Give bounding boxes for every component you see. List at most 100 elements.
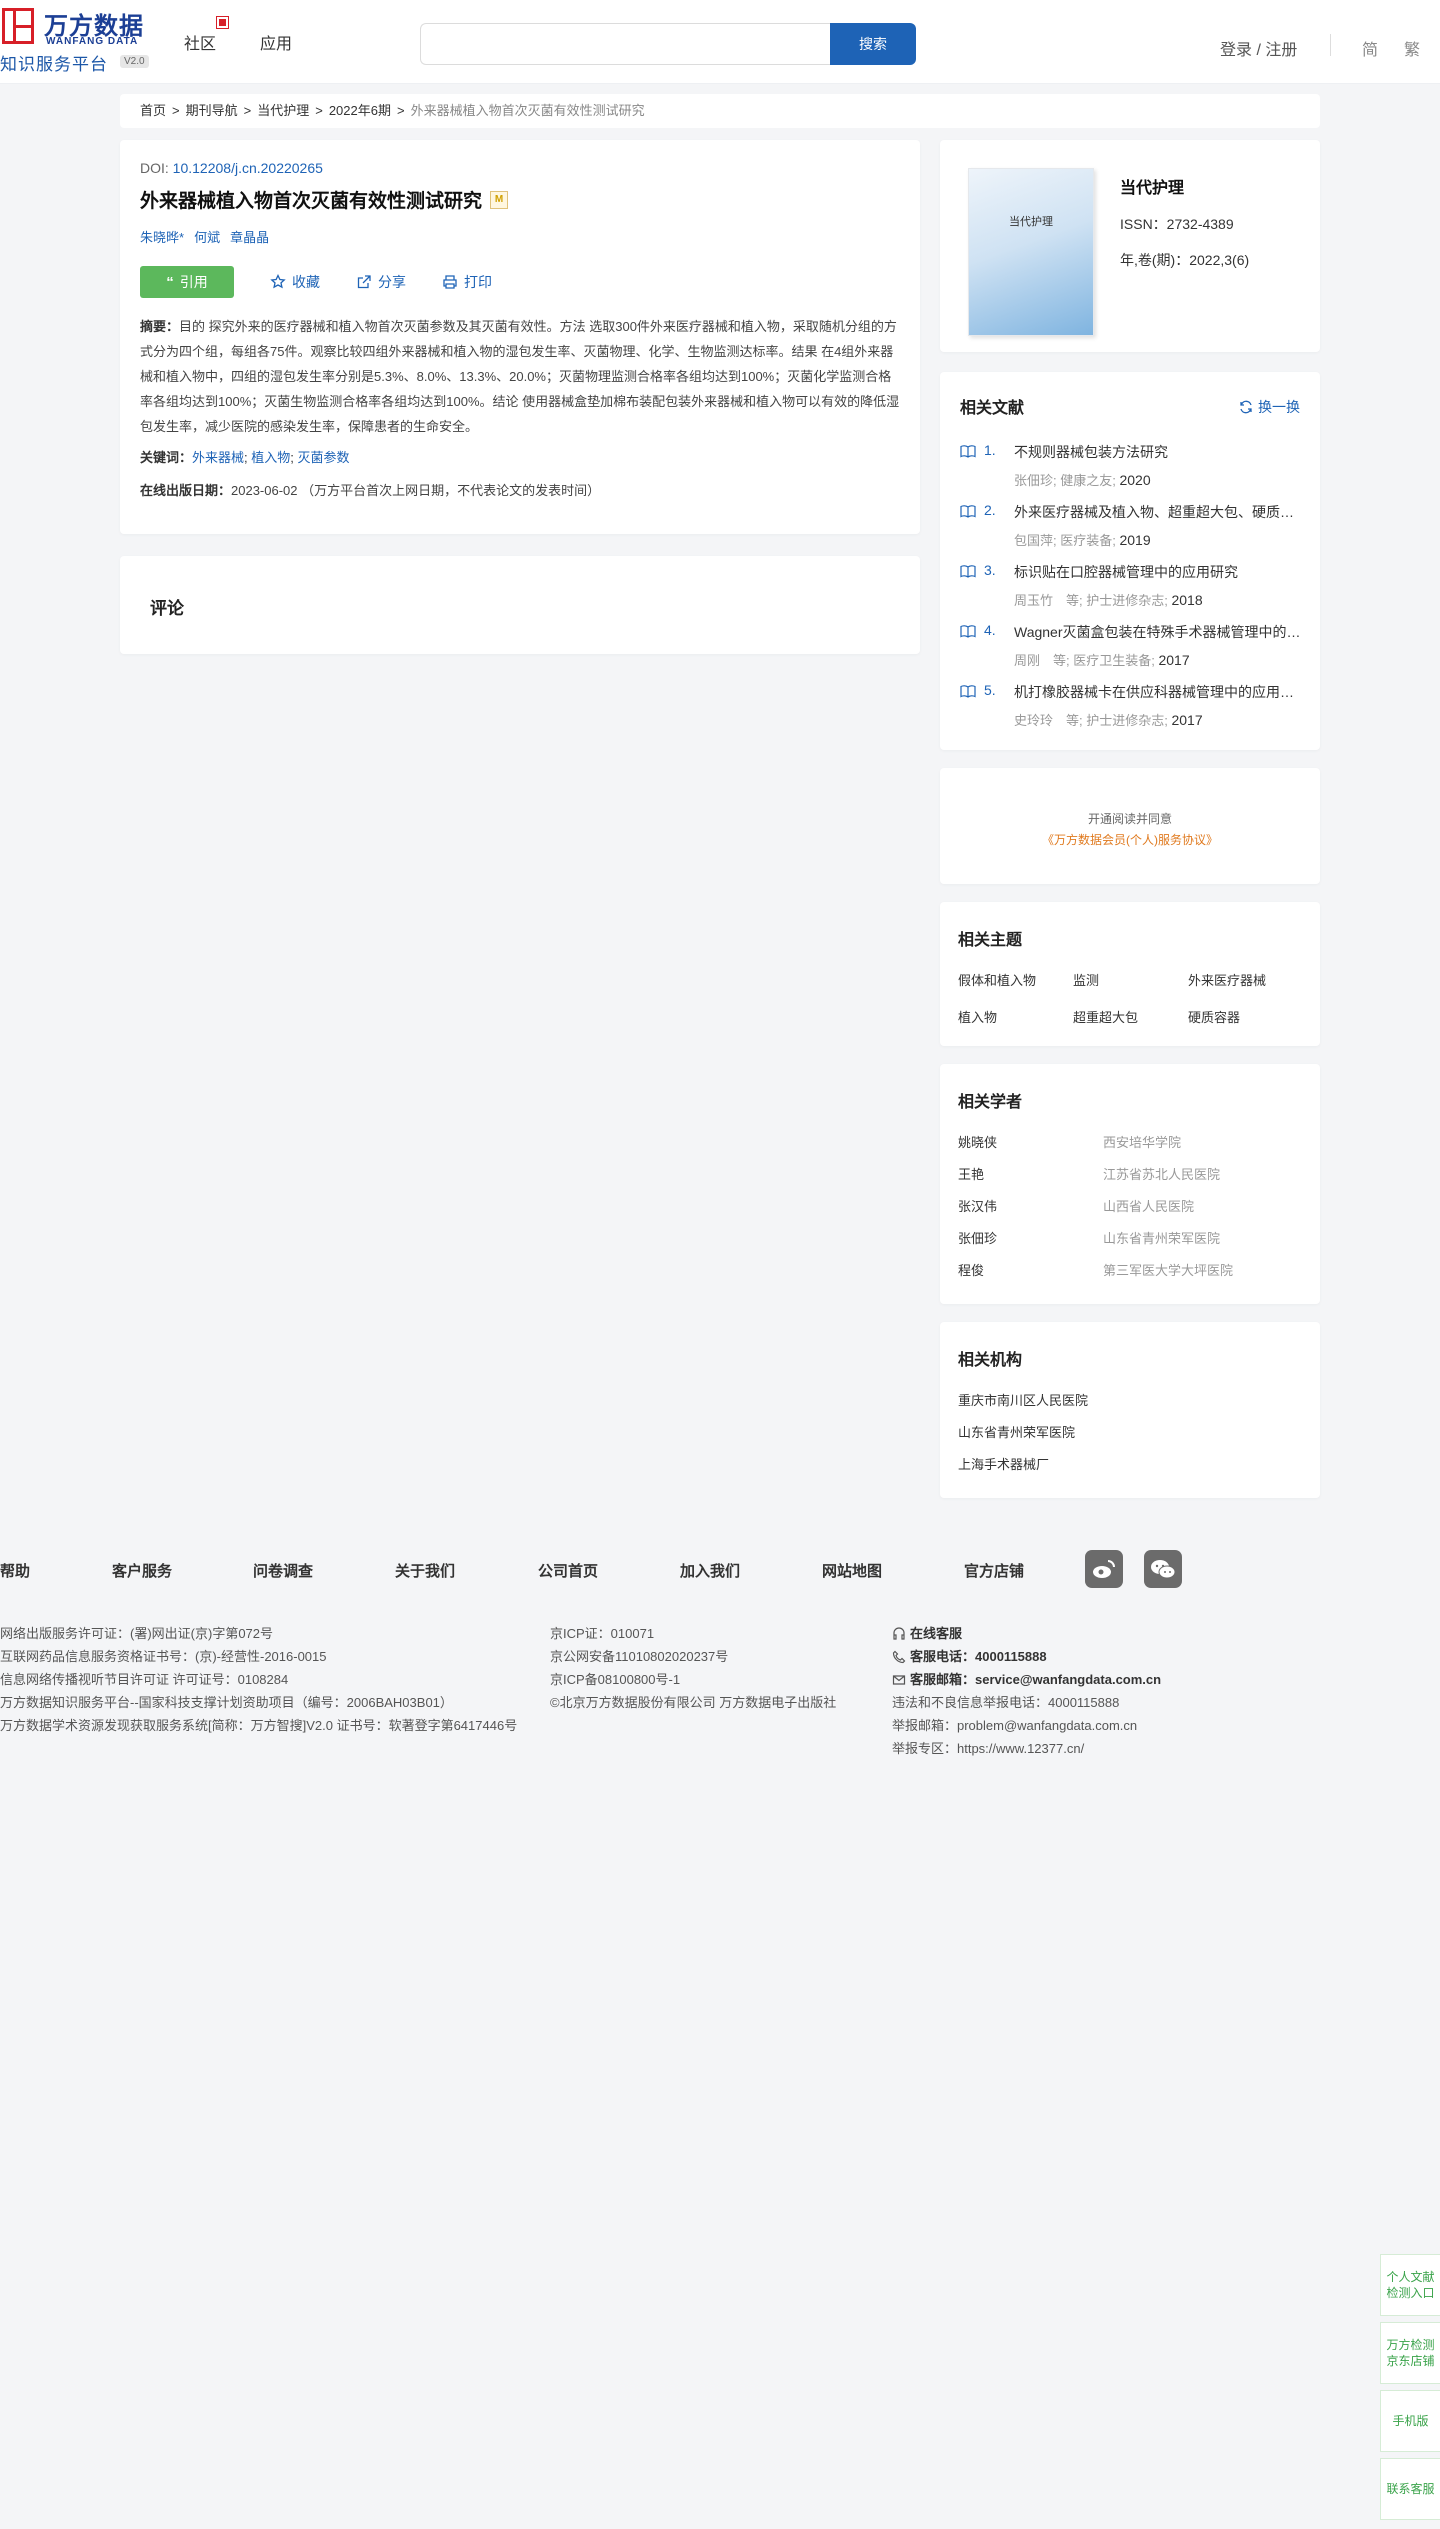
scholar-org[interactable]: 山东省青州荣军医院	[1103, 1228, 1220, 1260]
org-link[interactable]: 上海手术器械厂	[958, 1457, 1049, 1472]
scholar-org[interactable]: 第三军医大学大坪医院	[1103, 1260, 1233, 1292]
online-service-link[interactable]: 在线客服	[892, 1622, 1161, 1645]
footer-link-about[interactable]: 关于我们	[395, 1560, 455, 1581]
refresh-button[interactable]: 换一换	[1239, 397, 1300, 417]
scholar-name[interactable]: 张汉伟	[958, 1196, 1103, 1228]
related-doc-title[interactable]: 机打橡胶器械卡在供应科器械管理中的应用研究	[1014, 682, 1304, 702]
print-icon	[443, 275, 457, 289]
footer-link-service[interactable]: 客户服务	[112, 1560, 172, 1581]
related-docs-list: 1. 不规则器械包装方法研究 张佃珍; 健康之友; 2020 2. 外来医疗器械…	[960, 442, 1304, 742]
topic-link[interactable]: 植入物	[958, 1007, 1073, 1026]
footer-link-survey[interactable]: 问卷调查	[253, 1560, 313, 1581]
related-doc-title[interactable]: 外来医疗器械及植入物、超重超大包、硬质容器灭菌	[1014, 502, 1304, 522]
related-doc-number: 5.	[984, 682, 996, 698]
share-label: 分享	[378, 274, 406, 290]
org-link[interactable]: 山东省青州荣军医院	[958, 1425, 1075, 1440]
weibo-icon[interactable]	[1085, 1550, 1123, 1588]
site-logo[interactable]: 万方数据 WANFANG DATA 知识服务平台 V2.0	[0, 6, 160, 74]
footer-icp-line[interactable]: 京ICP证：010071	[550, 1622, 836, 1645]
book-icon	[960, 505, 976, 518]
related-doc-title[interactable]: 标识贴在口腔器械管理中的应用研究	[1014, 562, 1304, 582]
login-register-link[interactable]: 登录 / 注册	[1220, 36, 1297, 60]
float-personal-check[interactable]: 个人文献检测入口	[1380, 2254, 1440, 2316]
scholar-name[interactable]: 王艳	[958, 1164, 1103, 1196]
scholar-org[interactable]: 西安培华学院	[1103, 1132, 1181, 1164]
pubdate-value: 2023-06-02 （万方平台首次上网日期，不代表论文的发表时间）	[231, 483, 601, 498]
topic-link[interactable]: 硬质容器	[1188, 1007, 1303, 1026]
topic-link[interactable]: 监测	[1073, 970, 1188, 989]
breadcrumb-home[interactable]: 首页	[140, 103, 166, 118]
breadcrumb-journal-nav[interactable]: 期刊导航	[186, 103, 238, 118]
nav-community[interactable]: 社区	[184, 30, 216, 54]
report-email[interactable]: 举报邮箱：problem@wanfangdata.com.cn	[892, 1714, 1161, 1737]
journal-name[interactable]: 当代护理	[1120, 174, 1249, 198]
topic-link[interactable]: 超重超大包	[1073, 1007, 1188, 1026]
report-site[interactable]: 举报专区：https://www.12377.cn/	[892, 1737, 1161, 1760]
scholar-row: 张汉伟 山西省人民医院	[958, 1196, 1302, 1228]
scholar-org[interactable]: 山西省人民医院	[1103, 1196, 1194, 1228]
float-contact-service[interactable]: 联系客服	[1380, 2458, 1440, 2520]
author-link[interactable]: 章晶晶	[230, 230, 269, 245]
scholar-row: 张佃珍 山东省青州荣军医院	[958, 1228, 1302, 1260]
mendeley-badge-icon[interactable]: M	[490, 190, 509, 209]
float-jd-store[interactable]: 万方检测京东店铺	[1380, 2322, 1440, 2384]
wechat-icon[interactable]	[1144, 1550, 1182, 1588]
journal-volume: 年,卷(期)：2022,3(6)	[1120, 252, 1250, 268]
lang-traditional[interactable]: 繁	[1404, 36, 1420, 60]
scholar-org[interactable]: 江苏省苏北人民医院	[1103, 1164, 1220, 1196]
footer-link-help[interactable]: 帮助	[0, 1560, 30, 1581]
related-doc-year: 2020	[1119, 472, 1151, 488]
topic-link[interactable]: 假体和植入物	[958, 970, 1073, 989]
book-icon	[960, 685, 976, 698]
journal-cover[interactable]: 当代护理	[968, 168, 1094, 336]
related-doc-year: 2019	[1119, 532, 1151, 548]
keyword-link[interactable]: 植入物	[251, 450, 290, 465]
breadcrumb-journal[interactable]: 当代护理	[257, 103, 309, 118]
related-doc-item: 4. Wagner灭菌盒包装在特殊手术器械管理中的应用 周刚 等; 医疗卫生装备…	[960, 622, 1304, 682]
email-value[interactable]: service@wanfangdata.com.cn	[975, 1668, 1161, 1691]
nav-apps[interactable]: 应用	[260, 30, 292, 54]
footer-link-company[interactable]: 公司首页	[538, 1560, 598, 1581]
org-link[interactable]: 重庆市南川区人民医院	[958, 1393, 1088, 1408]
related-doc-title[interactable]: 不规则器械包装方法研究	[1014, 442, 1304, 462]
keyword-link[interactable]: 外来器械	[192, 450, 244, 465]
footer-link-sitemap[interactable]: 网站地图	[822, 1560, 882, 1581]
float-mobile[interactable]: 手机版	[1380, 2390, 1440, 2452]
cite-button[interactable]: “ 引用	[140, 266, 234, 298]
topic-link[interactable]: 外来医疗器械	[1188, 970, 1303, 989]
membership-agreement-link[interactable]: 《万方数据会员(个人)服务协议》	[940, 831, 1320, 848]
search-button[interactable]: 搜索	[830, 23, 916, 65]
abstract-label: 摘要：	[140, 319, 180, 334]
author-link[interactable]: 何斌	[194, 230, 220, 245]
report-phone: 违法和不良信息举报电话：4000115888	[892, 1695, 1120, 1710]
scholar-name[interactable]: 张佃珍	[958, 1228, 1103, 1260]
journal-card: 当代护理 当代护理 ISSN：2732-4389 年,卷(期)：2022,3(6…	[940, 140, 1320, 352]
footer-icp-line[interactable]: 京公网安备11010802020237号	[550, 1645, 836, 1668]
breadcrumb-separator: >	[315, 103, 323, 118]
favorite-button[interactable]: 收藏	[270, 272, 320, 292]
footer-link-join[interactable]: 加入我们	[680, 1560, 740, 1581]
keyword-link[interactable]: 灭菌参数	[298, 450, 350, 465]
org-list: 重庆市南川区人民医院 山东省青州荣军医院 上海手术器械厂	[958, 1390, 1302, 1486]
search-input[interactable]	[420, 23, 830, 65]
abstract: 摘要：目的 探究外来的医疗器械和植入物首次灭菌参数及其灭菌有效性。方法 选取30…	[140, 314, 900, 439]
author-link[interactable]: 朱晓晔*	[140, 230, 184, 245]
lang-simplified[interactable]: 简	[1362, 36, 1378, 60]
print-button[interactable]: 打印	[442, 272, 492, 292]
related-orgs-card: 相关机构 重庆市南川区人民医院 山东省青州荣军医院 上海手术器械厂	[940, 1322, 1320, 1498]
publish-date: 在线出版日期：2023-06-02 （万方平台首次上网日期，不代表论文的发表时间…	[140, 480, 900, 499]
share-button[interactable]: 分享	[356, 272, 406, 292]
footer-link-store[interactable]: 官方店铺	[964, 1560, 1024, 1581]
related-doc-item: 3. 标识贴在口腔器械管理中的应用研究 周玉竹 等; 护士进修杂志; 2018	[960, 562, 1300, 622]
related-doc-title[interactable]: Wagner灭菌盒包装在特殊手术器械管理中的应用	[1014, 622, 1304, 642]
scholar-name[interactable]: 程俊	[958, 1260, 1103, 1292]
footer-license-col: 网络出版服务许可证：(署)网出证(京)字第072号 互联网药品信息服务资格证书号…	[0, 1622, 517, 1737]
related-doc-meta: 史玲玲 等; 护士进修杂志; 2017	[1014, 710, 1203, 729]
keywords: 关键词：外来器械; 植入物; 灭菌参数	[140, 450, 350, 465]
breadcrumb-issue[interactable]: 2022年6期	[329, 103, 391, 118]
footer-icp-line[interactable]: 京ICP备08100800号-1	[550, 1668, 836, 1691]
doi-link[interactable]: 10.12208/j.cn.20220265	[173, 160, 323, 176]
scholar-name[interactable]: 姚晓侠	[958, 1132, 1103, 1164]
article-card: DOI: 10.12208/j.cn.20220265 外来器械植入物首次灭菌有…	[120, 140, 920, 534]
doi-label: DOI:	[140, 160, 173, 176]
